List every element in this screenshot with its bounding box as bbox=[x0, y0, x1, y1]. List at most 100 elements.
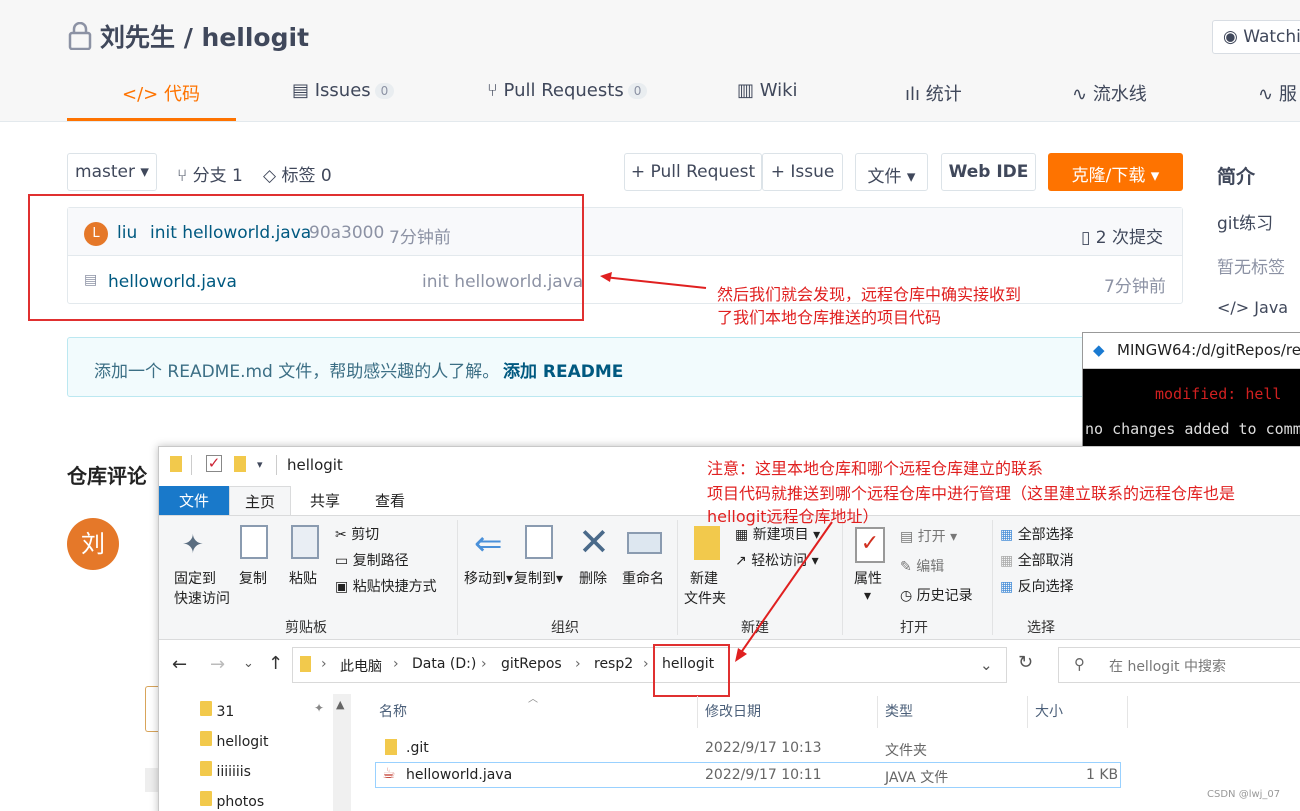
move-to-button[interactable]: 移动到▾ bbox=[464, 568, 513, 588]
properties-check-icon[interactable]: ✓ bbox=[206, 455, 222, 472]
tab-file[interactable]: 文件 bbox=[159, 486, 229, 515]
group-separator bbox=[842, 520, 843, 635]
watch-label: Watchin bbox=[1243, 27, 1300, 47]
nav-item[interactable]: iiiiiiis bbox=[200, 761, 251, 780]
copy-path-button[interactable]: ▭ 复制路径 bbox=[335, 550, 409, 570]
column-divider[interactable] bbox=[877, 696, 878, 728]
select-none-button[interactable]: ▦ 全部取消 bbox=[1000, 550, 1074, 570]
group-separator bbox=[457, 520, 458, 635]
tab-wiki[interactable]: ▥ Wiki bbox=[737, 80, 798, 101]
lock-icon bbox=[68, 22, 92, 50]
git-bash-icon: ◆ bbox=[1093, 341, 1105, 359]
paste-button[interactable]: 粘贴 bbox=[289, 568, 317, 588]
column-divider[interactable] bbox=[697, 696, 698, 728]
folder-icon bbox=[200, 761, 212, 776]
open-button[interactable]: ▤ 打开 ▾ bbox=[900, 526, 957, 546]
paste-shortcut-button[interactable]: ▣ 粘贴快捷方式 bbox=[335, 576, 437, 596]
tab-code[interactable]: </> 代码 bbox=[122, 80, 200, 106]
column-size[interactable]: 大小 bbox=[1035, 701, 1063, 721]
group-select: 选择 bbox=[1027, 620, 1055, 636]
tab-view[interactable]: 查看 bbox=[375, 490, 405, 511]
chart-icon: ılı bbox=[905, 84, 926, 105]
comments-title: 仓库评论 bbox=[67, 464, 147, 488]
terminal-line-2: no changes added to comm bbox=[1085, 420, 1300, 438]
back-arrow-icon[interactable]: ← bbox=[172, 654, 187, 675]
new-pull-request-button[interactable]: + Pull Request bbox=[624, 153, 762, 191]
explorer-title: hellogit bbox=[287, 456, 343, 474]
address-dropdown-icon[interactable]: ⌄ bbox=[980, 656, 993, 674]
copy-to-icon bbox=[525, 525, 553, 559]
select-all-button[interactable]: ▦ 全部选择 bbox=[1000, 524, 1074, 544]
path-sep-icon: › bbox=[643, 656, 649, 672]
invert-selection-button[interactable]: ▦ 反向选择 bbox=[1000, 576, 1074, 596]
tab-home[interactable]: 主页 bbox=[229, 486, 291, 516]
copy-icon bbox=[240, 525, 268, 559]
branch-icon: ⑂ bbox=[177, 166, 193, 186]
recent-locations-icon[interactable]: ⌄ bbox=[243, 656, 254, 671]
new-issue-button[interactable]: + Issue bbox=[762, 153, 843, 191]
up-arrow-icon[interactable]: ↑ bbox=[268, 653, 283, 674]
forward-arrow-icon[interactable]: → bbox=[210, 654, 225, 675]
path-item[interactable]: resp2 bbox=[594, 656, 633, 672]
history-icon: ◷ bbox=[900, 588, 917, 604]
tab-services[interactable]: ∿ 服 bbox=[1258, 80, 1297, 106]
clone-download-button[interactable]: 克隆/下载 ▾ bbox=[1048, 153, 1183, 191]
nav-item[interactable]: 31 bbox=[200, 701, 234, 720]
code-icon: </> bbox=[1217, 298, 1255, 317]
edit-button[interactable]: ✎ 编辑 bbox=[900, 556, 944, 576]
path-item[interactable]: 此电脑 bbox=[340, 656, 382, 676]
comment-avatar[interactable]: 刘 bbox=[67, 518, 119, 570]
folder-icon bbox=[170, 456, 182, 472]
cut-button[interactable]: ✂ 剪切 bbox=[335, 524, 379, 544]
column-divider[interactable] bbox=[1127, 696, 1128, 728]
annotation-arrow-2 bbox=[735, 521, 833, 662]
watch-button[interactable]: ◉ Watchin bbox=[1212, 20, 1300, 54]
path-item[interactable]: Data (D:) bbox=[412, 656, 476, 672]
tab-share[interactable]: 共享 bbox=[310, 490, 340, 511]
branch-select[interactable]: master ▾ bbox=[67, 153, 157, 191]
qat-dropdown-icon[interactable]: ▾ bbox=[257, 458, 263, 471]
terminal-line-1: modified: hell bbox=[1155, 385, 1282, 403]
file-row-date: 2022/9/17 10:13 bbox=[705, 740, 822, 756]
nav-item[interactable]: hellogit bbox=[200, 731, 269, 750]
refresh-icon[interactable]: ↻ bbox=[1018, 652, 1033, 673]
comment-input-edge bbox=[145, 686, 159, 732]
properties-button[interactable]: 属性 ▾ bbox=[854, 568, 882, 604]
delete-button[interactable]: 删除 bbox=[579, 568, 607, 588]
nav-scrollbar[interactable] bbox=[333, 694, 351, 811]
copy-button[interactable]: 复制 bbox=[239, 568, 267, 588]
nav-item[interactable]: photos bbox=[200, 791, 264, 810]
add-readme-link[interactable]: 添加 README bbox=[503, 357, 623, 382]
branches-link[interactable]: ⑂ 分支 1 bbox=[177, 161, 243, 186]
scissors-icon: ✂ bbox=[335, 527, 352, 543]
column-date[interactable]: 修改日期 bbox=[705, 701, 761, 721]
repo-description: git练习 bbox=[1217, 214, 1274, 234]
new-folder-button[interactable]: 新建 文件夹 bbox=[684, 568, 726, 608]
annotation-arrow-1 bbox=[600, 272, 707, 289]
scroll-up-icon[interactable]: ▲ bbox=[336, 698, 344, 711]
repo-title[interactable]: 刘先生 / hellogit bbox=[100, 18, 309, 54]
column-name[interactable]: 名称 bbox=[379, 701, 407, 721]
path-item[interactable]: gitRepos bbox=[501, 656, 562, 672]
web-ide-button[interactable]: Web IDE bbox=[941, 153, 1036, 191]
tab-pull-requests[interactable]: ⑂ Pull Requests 0 bbox=[487, 80, 648, 101]
pin-quick-access-button[interactable]: 固定到 快速访问 bbox=[174, 568, 230, 608]
commit-count[interactable]: ▯ 2 次提交 bbox=[1081, 223, 1163, 248]
column-type[interactable]: 类型 bbox=[885, 701, 913, 721]
tab-pipeline[interactable]: ∿ 流水线 bbox=[1072, 80, 1147, 106]
file-row-name[interactable]: helloworld.java bbox=[406, 767, 512, 783]
path-highlight-box bbox=[653, 644, 730, 697]
properties-icon: ✓ bbox=[855, 527, 885, 563]
rename-icon bbox=[627, 532, 662, 554]
history-button[interactable]: ◷ 历史记录 bbox=[900, 585, 973, 605]
copy-to-button[interactable]: 复制到▾ bbox=[514, 568, 563, 588]
file-menu-button[interactable]: 文件 ▾ bbox=[855, 153, 928, 191]
column-divider[interactable] bbox=[1027, 696, 1028, 728]
tags-link[interactable]: ◇ 标签 0 bbox=[263, 161, 332, 186]
tab-stats[interactable]: ılı 统计 bbox=[905, 80, 962, 106]
new-folder-icon[interactable] bbox=[234, 456, 246, 472]
tab-issues[interactable]: ▤ Issues 0 bbox=[292, 80, 395, 101]
address-bar[interactable] bbox=[292, 647, 1007, 683]
rename-button[interactable]: 重命名 bbox=[622, 568, 664, 588]
file-row-name[interactable]: .git bbox=[406, 740, 429, 756]
